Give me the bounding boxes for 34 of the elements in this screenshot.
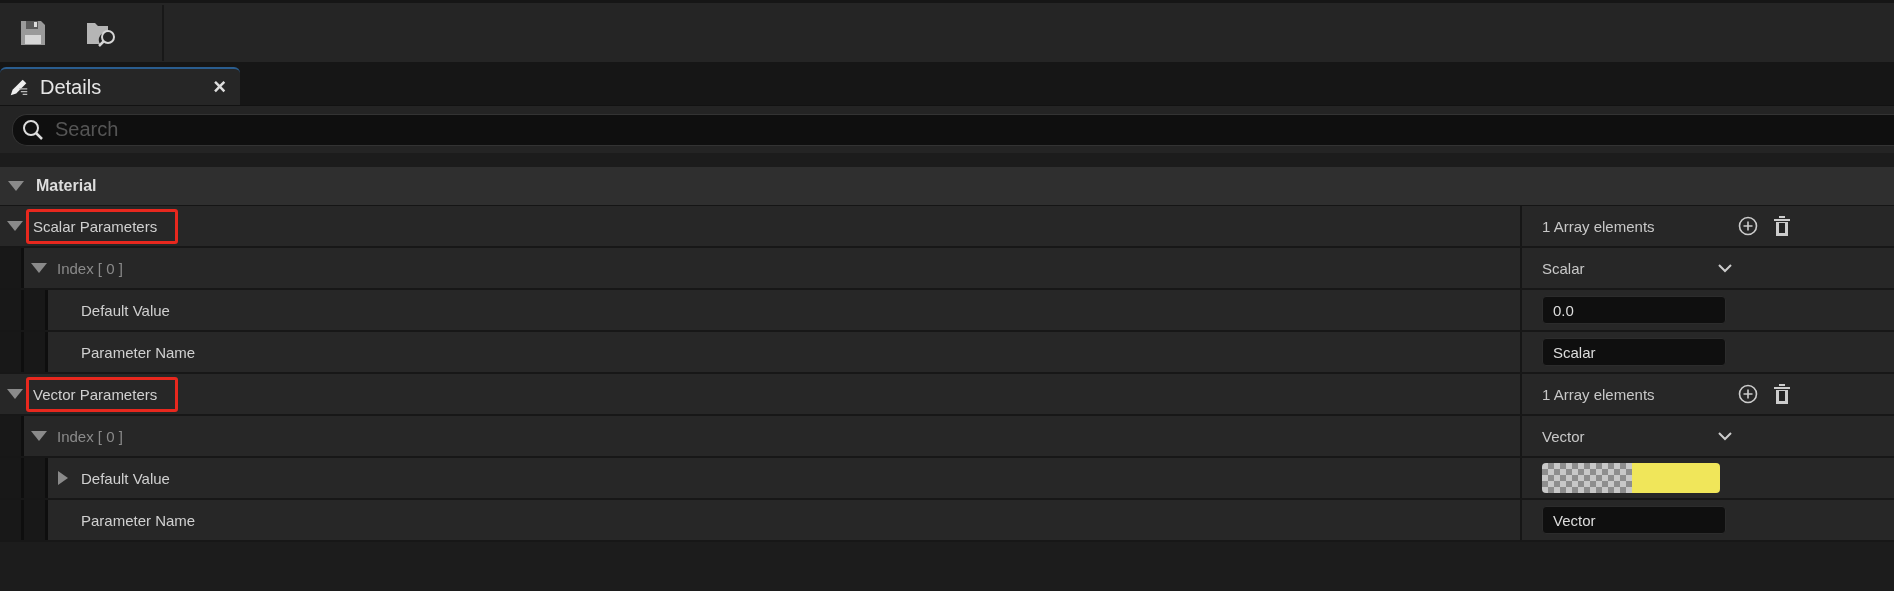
expand-arrow-icon[interactable] <box>8 181 24 191</box>
property-label: Default Value <box>80 468 171 489</box>
property-label: Index [ 0 ] <box>56 426 124 447</box>
expand-arrow-icon[interactable] <box>31 263 47 273</box>
value-field[interactable]: Scalar <box>1542 338 1726 366</box>
chevron-icon <box>1718 431 1732 441</box>
delete-icon[interactable] <box>1772 383 1792 405</box>
save-icon[interactable] <box>20 19 46 46</box>
type-dropdown[interactable]: Scalar <box>1542 259 1732 277</box>
expand-arrow-icon[interactable] <box>31 431 47 441</box>
expand-arrow-icon[interactable] <box>58 471 68 485</box>
chevron-icon <box>1718 263 1732 273</box>
details-tab[interactable]: Details × <box>0 67 240 105</box>
add-icon[interactable] <box>1738 384 1758 404</box>
property-label: Vector Parameters <box>26 376 179 412</box>
property-label: Parameter Name <box>80 342 197 363</box>
property-label: Scalar Parameters <box>26 208 179 244</box>
property-label: Parameter Name <box>80 510 197 531</box>
add-icon[interactable] <box>1738 216 1758 236</box>
color-swatch[interactable] <box>1542 463 1720 493</box>
value-field[interactable]: Vector <box>1542 506 1726 534</box>
search-field[interactable]: Search <box>12 113 1894 146</box>
search-icon <box>21 117 45 142</box>
delete-icon[interactable] <box>1772 215 1792 237</box>
category-label: Material <box>36 177 97 195</box>
value-field[interactable]: 0.0 <box>1542 296 1726 324</box>
close-icon[interactable]: × <box>213 74 226 100</box>
array-count: 1 Array elements <box>1542 217 1656 235</box>
expand-arrow-icon[interactable] <box>7 389 23 399</box>
array-count: 1 Array elements <box>1542 385 1656 403</box>
type-dropdown[interactable]: Vector <box>1542 427 1732 445</box>
expand-arrow-icon[interactable] <box>7 221 23 231</box>
property-label: Index [ 0 ] <box>56 258 124 279</box>
property-label: Default Value <box>80 300 171 321</box>
